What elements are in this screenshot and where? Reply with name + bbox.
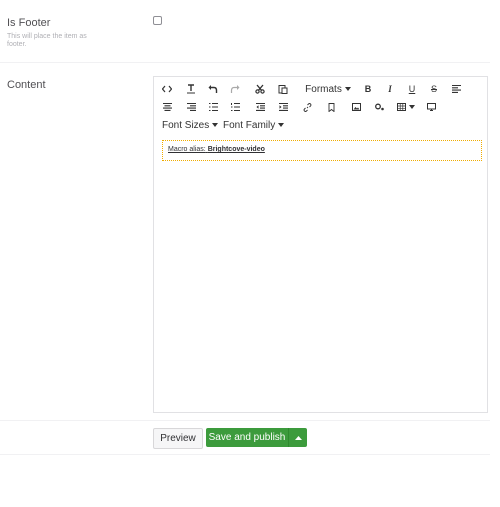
italic-icon[interactable]: I — [383, 81, 397, 97]
chevron-down-icon — [212, 123, 219, 127]
align-center-icon[interactable] — [160, 99, 174, 115]
toolbar-row-3: Font Sizes Font Family — [154, 117, 487, 135]
action-bar-bottom-border — [0, 454, 490, 455]
paste-icon[interactable] — [276, 81, 290, 97]
is-footer-description: This will place the item as footer. — [7, 33, 87, 48]
macro-alias-text: Macro alias: Brightcove-video — [168, 146, 265, 153]
toolbar-row-2 — [154, 99, 487, 117]
numbered-list-icon[interactable] — [228, 99, 242, 115]
font-sizes-label: Font Sizes — [162, 119, 210, 131]
cut-icon[interactable] — [253, 81, 267, 97]
align-left-icon[interactable] — [449, 81, 463, 97]
macro-icon[interactable] — [373, 99, 387, 115]
action-bar-top-border — [0, 420, 490, 421]
chevron-down-icon — [409, 105, 415, 109]
bullet-list-icon[interactable] — [206, 99, 220, 115]
formats-label: Formats — [305, 83, 342, 95]
macro-alias-name: Brightcove-video — [207, 146, 265, 153]
chevron-down-icon — [278, 123, 285, 127]
editor-content-area[interactable]: Macro alias: Brightcove-video — [154, 135, 487, 412]
remove-format-icon[interactable] — [184, 81, 198, 97]
macro-placeholder[interactable]: Macro alias: Brightcove-video — [162, 140, 482, 161]
undo-icon[interactable] — [206, 81, 220, 97]
align-right-icon[interactable] — [184, 99, 198, 115]
image-icon[interactable] — [349, 99, 363, 115]
table-icon[interactable] — [395, 99, 417, 115]
chevron-up-icon — [294, 435, 302, 440]
outdent-icon[interactable] — [253, 99, 267, 115]
embed-icon[interactable] — [424, 99, 438, 115]
property-separator — [0, 62, 490, 63]
is-footer-checkbox[interactable] — [153, 16, 162, 25]
anchor-icon[interactable] — [324, 99, 338, 115]
source-code-icon[interactable] — [160, 81, 174, 97]
strikethrough-icon[interactable]: S — [427, 81, 441, 97]
toolbar-row-1: Formats B I U S — [154, 81, 487, 99]
font-family-dropdown[interactable]: Font Family — [223, 117, 285, 133]
content-label: Content — [7, 79, 46, 91]
rich-text-editor: Formats B I U S Font Sizes Font Family M… — [153, 76, 488, 413]
is-footer-label: Is Footer — [7, 17, 51, 29]
preview-button[interactable]: Preview — [153, 428, 203, 449]
font-sizes-dropdown[interactable]: Font Sizes — [162, 117, 219, 133]
chevron-down-icon — [344, 87, 351, 91]
publish-options-button[interactable] — [288, 428, 307, 447]
redo-icon[interactable] — [228, 81, 242, 97]
formats-dropdown[interactable]: Formats — [300, 81, 356, 97]
save-and-publish-button[interactable]: Save and publish — [206, 428, 288, 447]
font-family-label: Font Family — [223, 119, 276, 131]
indent-icon[interactable] — [276, 99, 290, 115]
macro-prefix: Macro alias: — [168, 146, 206, 153]
underline-icon[interactable]: U — [405, 81, 419, 97]
bold-icon[interactable]: B — [361, 81, 375, 97]
link-icon[interactable] — [300, 99, 314, 115]
